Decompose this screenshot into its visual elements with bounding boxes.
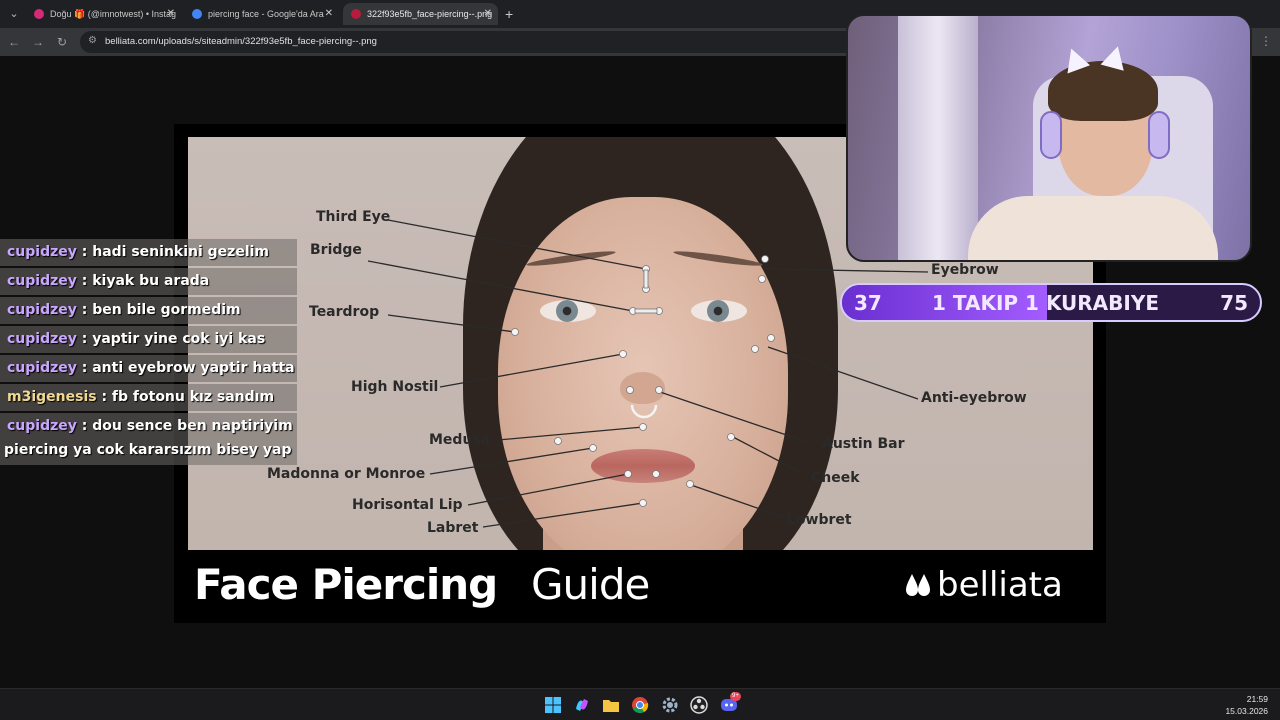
guide-title-bold: Face Piercing bbox=[194, 560, 498, 609]
tab-google-search[interactable]: piercing face - Google'da Ara ✕ bbox=[184, 3, 339, 25]
chat-message: cupidzey : anti eyebrow yaptir hatta bbox=[0, 355, 297, 382]
chat-text: : hadi seninkini gezelim bbox=[76, 244, 270, 260]
streamer-body bbox=[968, 196, 1218, 260]
chat-message: cupidzey : yaptir yine cok iyi kas bbox=[0, 326, 297, 353]
chat-message: cupidzey : dou sence ben naptiriyim pierc… bbox=[0, 413, 297, 465]
tab-label: 322f93e5fb_face-piercing--.png bbox=[367, 9, 493, 19]
clock-date: 15.03.2026 bbox=[1225, 706, 1268, 716]
belliata-logo-icon bbox=[906, 574, 930, 596]
label-high-nostil: High Nostil bbox=[351, 379, 439, 395]
tab-label: Doğu 🎁 (@imnotwest) • Instag bbox=[50, 9, 177, 19]
chat-username: cupidzey bbox=[7, 331, 77, 347]
site-info-icon[interactable]: ⚙ bbox=[88, 35, 100, 47]
goal-current: 37 bbox=[854, 291, 882, 315]
back-icon[interactable]: ← bbox=[6, 34, 22, 50]
belliata-icon bbox=[351, 9, 361, 19]
chat-text: : ben bile gormedim bbox=[76, 302, 241, 318]
streamer-hair bbox=[1048, 61, 1158, 121]
close-tab-icon[interactable]: ✕ bbox=[167, 3, 175, 25]
headphone-right-icon bbox=[1148, 111, 1170, 159]
chat-username: cupidzey bbox=[7, 360, 77, 376]
brand-name: belliata bbox=[937, 565, 1063, 605]
label-labret: Labret bbox=[427, 520, 479, 536]
label-third-eye: Third Eye bbox=[316, 209, 391, 225]
close-tab-icon[interactable]: ✕ bbox=[325, 3, 333, 25]
tab-instagram[interactable]: Doğu 🎁 (@imnotwest) • Instag ✕ bbox=[26, 3, 181, 25]
label-madonna: Madonna or Monroe bbox=[267, 466, 426, 482]
reload-icon[interactable]: ↻ bbox=[54, 34, 70, 50]
label-austin-bar: Austin Bar bbox=[822, 436, 905, 452]
system-clock[interactable]: 21:59 15.03.2026 bbox=[1225, 693, 1268, 717]
windows-start-icon[interactable] bbox=[543, 695, 563, 715]
label-cheek: Cheek bbox=[811, 470, 860, 486]
chat-message: cupidzey : hadi seninkini gezelim bbox=[0, 239, 297, 266]
curtain bbox=[898, 16, 978, 260]
label-eyebrow: Eyebrow bbox=[931, 262, 999, 278]
instagram-icon bbox=[34, 9, 44, 19]
chat-text: : fb fotonu kız sandım bbox=[96, 389, 275, 405]
obs-icon[interactable] bbox=[689, 695, 709, 715]
tab-search-icon[interactable]: ⌄ bbox=[4, 4, 24, 24]
chat-username: cupidzey bbox=[7, 273, 77, 289]
chat-message: cupidzey : ben bile gormedim bbox=[0, 297, 297, 324]
forward-icon[interactable]: → bbox=[30, 34, 46, 50]
copilot-icon[interactable] bbox=[572, 695, 592, 715]
close-tab-icon[interactable]: ✕ bbox=[484, 3, 492, 25]
file-explorer-icon[interactable] bbox=[601, 695, 621, 715]
google-icon bbox=[192, 9, 202, 19]
label-teardrop: Teardrop bbox=[309, 304, 380, 320]
chrome-icon[interactable] bbox=[630, 695, 650, 715]
chat-username: cupidzey bbox=[7, 244, 77, 260]
url-input[interactable]: ⚙ belliata.com/uploads/s/siteadmin/322f9… bbox=[80, 31, 860, 53]
chat-username: cupidzey bbox=[7, 302, 77, 318]
chat-text-continuation: piercing ya cok kararsızım bisey yap bbox=[4, 442, 292, 458]
settings-gear-icon[interactable] bbox=[660, 695, 680, 715]
chat-text: : kiyak bu arada bbox=[76, 273, 210, 289]
menu-icon[interactable]: ⋮ bbox=[1260, 34, 1272, 48]
clock-time: 21:59 bbox=[1246, 694, 1268, 704]
label-horisontal-lip: Horisontal Lip bbox=[352, 497, 463, 513]
chat-text: : anti eyebrow yaptir hatta bbox=[76, 360, 295, 376]
headphone-left-icon bbox=[1040, 111, 1062, 159]
taskbar: 9+ 21:59 15.03.2026 bbox=[0, 688, 1280, 720]
chat-text: : yaptir yine cok iyi kas bbox=[76, 331, 266, 347]
tab-label: piercing face - Google'da Ara bbox=[208, 9, 324, 19]
follower-goal-bar: 37 1 TAKIP 1 KURABIYE 75 bbox=[840, 283, 1262, 322]
label-anti-eyebrow: Anti-eyebrow bbox=[921, 390, 1027, 406]
webcam-overlay bbox=[846, 14, 1252, 262]
guide-title-light: Guide bbox=[531, 560, 650, 609]
goal-target: 75 bbox=[1220, 291, 1248, 315]
chat-username: cupidzey bbox=[7, 418, 77, 434]
chat-message: cupidzey : kiyak bu arada bbox=[0, 268, 297, 295]
label-bridge: Bridge bbox=[310, 242, 362, 258]
discord-badge: 9+ bbox=[730, 692, 741, 701]
chat-text: : dou sence ben naptiriyim bbox=[76, 418, 293, 434]
tab-image[interactable]: 322f93e5fb_face-piercing--.png ✕ bbox=[343, 3, 498, 25]
chat-message: m3igenesis : fb fotonu kız sandım bbox=[0, 384, 297, 411]
new-tab-icon[interactable]: + bbox=[505, 4, 513, 24]
goal-title: 1 TAKIP 1 KURABIYE bbox=[932, 291, 1159, 315]
chat-username: m3igenesis bbox=[7, 389, 97, 405]
label-lowbret: Lowbret bbox=[787, 512, 852, 528]
url-text: belliata.com/uploads/s/siteadmin/322f93e… bbox=[105, 36, 377, 47]
label-medusa: Medusa bbox=[429, 432, 491, 448]
